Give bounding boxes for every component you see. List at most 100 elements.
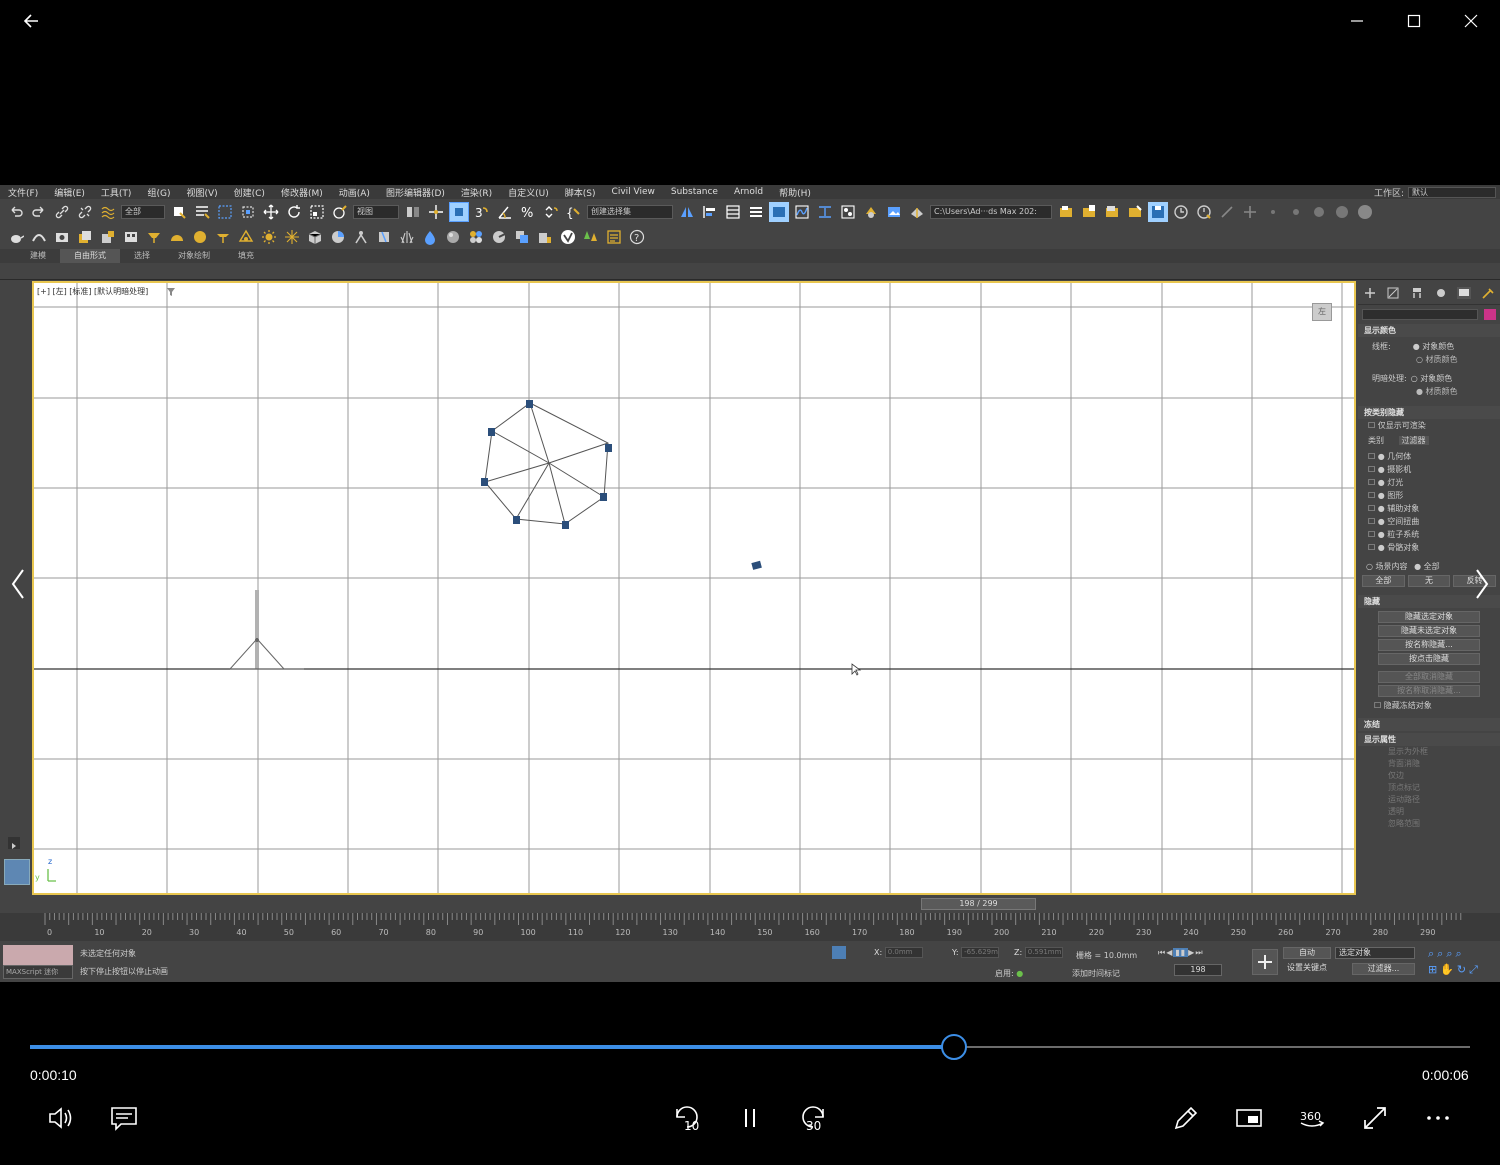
shaded-material-color-radio[interactable]: ● 材质颜色 xyxy=(1358,385,1500,398)
panel-button[interactable]: 按点击隐藏 xyxy=(1378,653,1480,665)
box-icon[interactable] xyxy=(305,227,325,247)
go-end-icon[interactable]: ⏭ xyxy=(1195,948,1203,957)
category-checkbox[interactable]: ☐ ● xyxy=(1368,452,1387,461)
project-path-field[interactable]: C:\Users\Ad···ds Max 202: xyxy=(930,205,1052,219)
menu-item[interactable]: Arnold xyxy=(726,187,771,197)
panel-button[interactable]: 全部取消隐藏 xyxy=(1378,671,1480,683)
pause-button[interactable] xyxy=(730,1098,770,1138)
display-property-checkbox[interactable]: 透明 xyxy=(1358,806,1500,818)
material-editor-icon[interactable] xyxy=(838,202,858,222)
object-name-field[interactable] xyxy=(1362,309,1478,320)
menu-item[interactable]: 文件(F) xyxy=(0,186,46,199)
hide-by-category-rollout[interactable]: 按类别隐藏 xyxy=(1358,406,1500,419)
character-icon[interactable] xyxy=(351,227,371,247)
light-half-icon[interactable] xyxy=(167,227,187,247)
light-sphere-icon[interactable] xyxy=(190,227,210,247)
workspace-selector[interactable]: 工作区: 默认 xyxy=(1374,186,1496,199)
skip-forward-button[interactable]: 30 xyxy=(794,1098,834,1138)
shade-ball-icon[interactable] xyxy=(443,227,463,247)
filter-icon[interactable] xyxy=(166,287,176,297)
freeze-rollout[interactable]: 冻结 xyxy=(1358,718,1500,731)
populate-icon[interactable] xyxy=(98,227,118,247)
key-filters-button[interactable]: 过滤器... xyxy=(1352,963,1415,975)
scale-icon[interactable] xyxy=(307,202,327,222)
skylight-icon[interactable] xyxy=(282,227,302,247)
viewcube[interactable]: 左 xyxy=(1312,303,1332,321)
pivot-icon[interactable] xyxy=(403,202,423,222)
object-color-swatch[interactable] xyxy=(1484,309,1496,320)
place-icon[interactable] xyxy=(330,202,350,222)
rotate-icon[interactable] xyxy=(284,202,304,222)
camera-capture-icon[interactable] xyxy=(52,227,72,247)
x-field[interactable]: 0.0mm xyxy=(884,947,923,958)
isolate-selection-icon[interactable] xyxy=(832,946,846,959)
back-button[interactable] xyxy=(8,0,54,42)
render-iterative-icon[interactable] xyxy=(29,227,49,247)
set-key-button[interactable] xyxy=(1252,949,1278,975)
current-frame-field[interactable]: 198 xyxy=(1174,964,1222,976)
display-properties-rollout[interactable]: 显示属性 xyxy=(1358,733,1500,746)
select-by-name-icon[interactable] xyxy=(192,202,212,222)
display-property-checkbox[interactable]: 顶点标记 xyxy=(1358,782,1500,794)
fullscreen-button[interactable] xyxy=(1355,1098,1395,1138)
category-item[interactable]: ☐ ● 粒子系统 xyxy=(1358,528,1500,541)
material-ball-icon[interactable] xyxy=(489,227,509,247)
render-to-texture-icon[interactable] xyxy=(512,227,532,247)
light-spot-icon[interactable] xyxy=(213,227,233,247)
project-save-icon[interactable] xyxy=(1125,202,1145,222)
forest-icon[interactable] xyxy=(581,227,601,247)
toggle-scene-explorer-icon[interactable] xyxy=(723,202,743,222)
viewport-nav-icons[interactable]: ⌕⌕⌕⌕ xyxy=(1428,947,1465,961)
curve-editor-icon[interactable] xyxy=(792,202,812,222)
light-omni-icon[interactable] xyxy=(236,227,256,247)
video-frame[interactable]: 文件(F) 编辑(E) 工具(T) 组(G) 视图(V) 创建(C) 修改器(M) 动画(A)… xyxy=(0,185,1500,982)
save-icon[interactable] xyxy=(1148,202,1168,222)
menu-item[interactable]: Substance xyxy=(663,187,726,197)
scene-content-radio[interactable]: ○ 场景内容 xyxy=(1366,562,1408,571)
go-start-icon[interactable]: ⏮ xyxy=(1158,948,1166,957)
toggle-ribbon-icon[interactable] xyxy=(769,202,789,222)
menu-item[interactable]: 创建(C) xyxy=(226,186,273,199)
enabled-dot-icon[interactable]: ● xyxy=(1016,969,1023,978)
category-checkbox[interactable]: ☐ ● xyxy=(1368,504,1387,513)
light-free-icon[interactable] xyxy=(144,227,164,247)
skip-back-button[interactable]: 10 xyxy=(666,1098,706,1138)
create-tab-icon[interactable] xyxy=(1363,287,1377,299)
teapot-icon[interactable] xyxy=(6,227,26,247)
category-item[interactable]: ☐ ● 空间扭曲 xyxy=(1358,515,1500,528)
menu-item[interactable]: 脚本(S) xyxy=(557,186,604,199)
undo-icon[interactable] xyxy=(6,202,26,222)
toggle-layer-explorer-icon[interactable] xyxy=(746,202,766,222)
category-checkbox[interactable]: ☐ ● xyxy=(1368,478,1387,487)
category-checkbox[interactable]: ☐ ● xyxy=(1368,543,1387,552)
wireframe-material-color-radio[interactable]: ○ 材质颜色 xyxy=(1358,353,1500,366)
expand-layout-button[interactable] xyxy=(8,837,20,849)
shaded-object-color-radio[interactable]: ○ 对象颜色 xyxy=(1411,374,1453,383)
edit-button[interactable] xyxy=(1166,1098,1206,1138)
set-key-label[interactable]: 设置关键点 xyxy=(1283,963,1331,975)
volume-button[interactable] xyxy=(40,1098,80,1138)
sun-icon[interactable] xyxy=(259,227,279,247)
fluid-icon[interactable] xyxy=(420,227,440,247)
menu-item[interactable]: 动画(A) xyxy=(331,186,378,199)
unlink-icon[interactable] xyxy=(75,202,95,222)
viewport-nav-icons-2[interactable]: ⊞✋↻⤢ xyxy=(1428,963,1481,977)
viewport-layout-thumbnail[interactable] xyxy=(4,859,30,885)
panel-button[interactable]: 隐藏选定对象 xyxy=(1378,611,1480,623)
wireframe-object-color-radio[interactable]: ● 对象颜色 xyxy=(1413,342,1455,351)
category-checkbox[interactable]: ☐ ● xyxy=(1368,517,1387,526)
menu-item[interactable]: 组(G) xyxy=(139,186,178,199)
hide-frozen-checkbox[interactable]: ☐ 隐藏冻结对象 xyxy=(1358,699,1500,712)
category-item[interactable]: ☐ ● 骨骼对象 xyxy=(1358,541,1500,554)
display-property-checkbox[interactable]: 背面消隐 xyxy=(1358,758,1500,770)
y-field[interactable]: -65.629m xyxy=(961,947,1000,958)
reference-coord-select[interactable]: 视图 xyxy=(353,205,399,219)
minimize-button[interactable] xyxy=(1334,0,1380,42)
add-time-tag[interactable]: 添加时间标记 xyxy=(1072,968,1120,979)
display-color-rollout[interactable]: 显示颜色 xyxy=(1358,324,1500,337)
previous-arrow[interactable] xyxy=(6,565,30,603)
360-view-button[interactable]: 360 xyxy=(1292,1098,1332,1138)
panel-button[interactable]: 隐藏未选定对象 xyxy=(1378,625,1480,637)
next-arrow[interactable] xyxy=(1470,565,1494,603)
select-all-button[interactable]: 全部 xyxy=(1362,575,1405,587)
